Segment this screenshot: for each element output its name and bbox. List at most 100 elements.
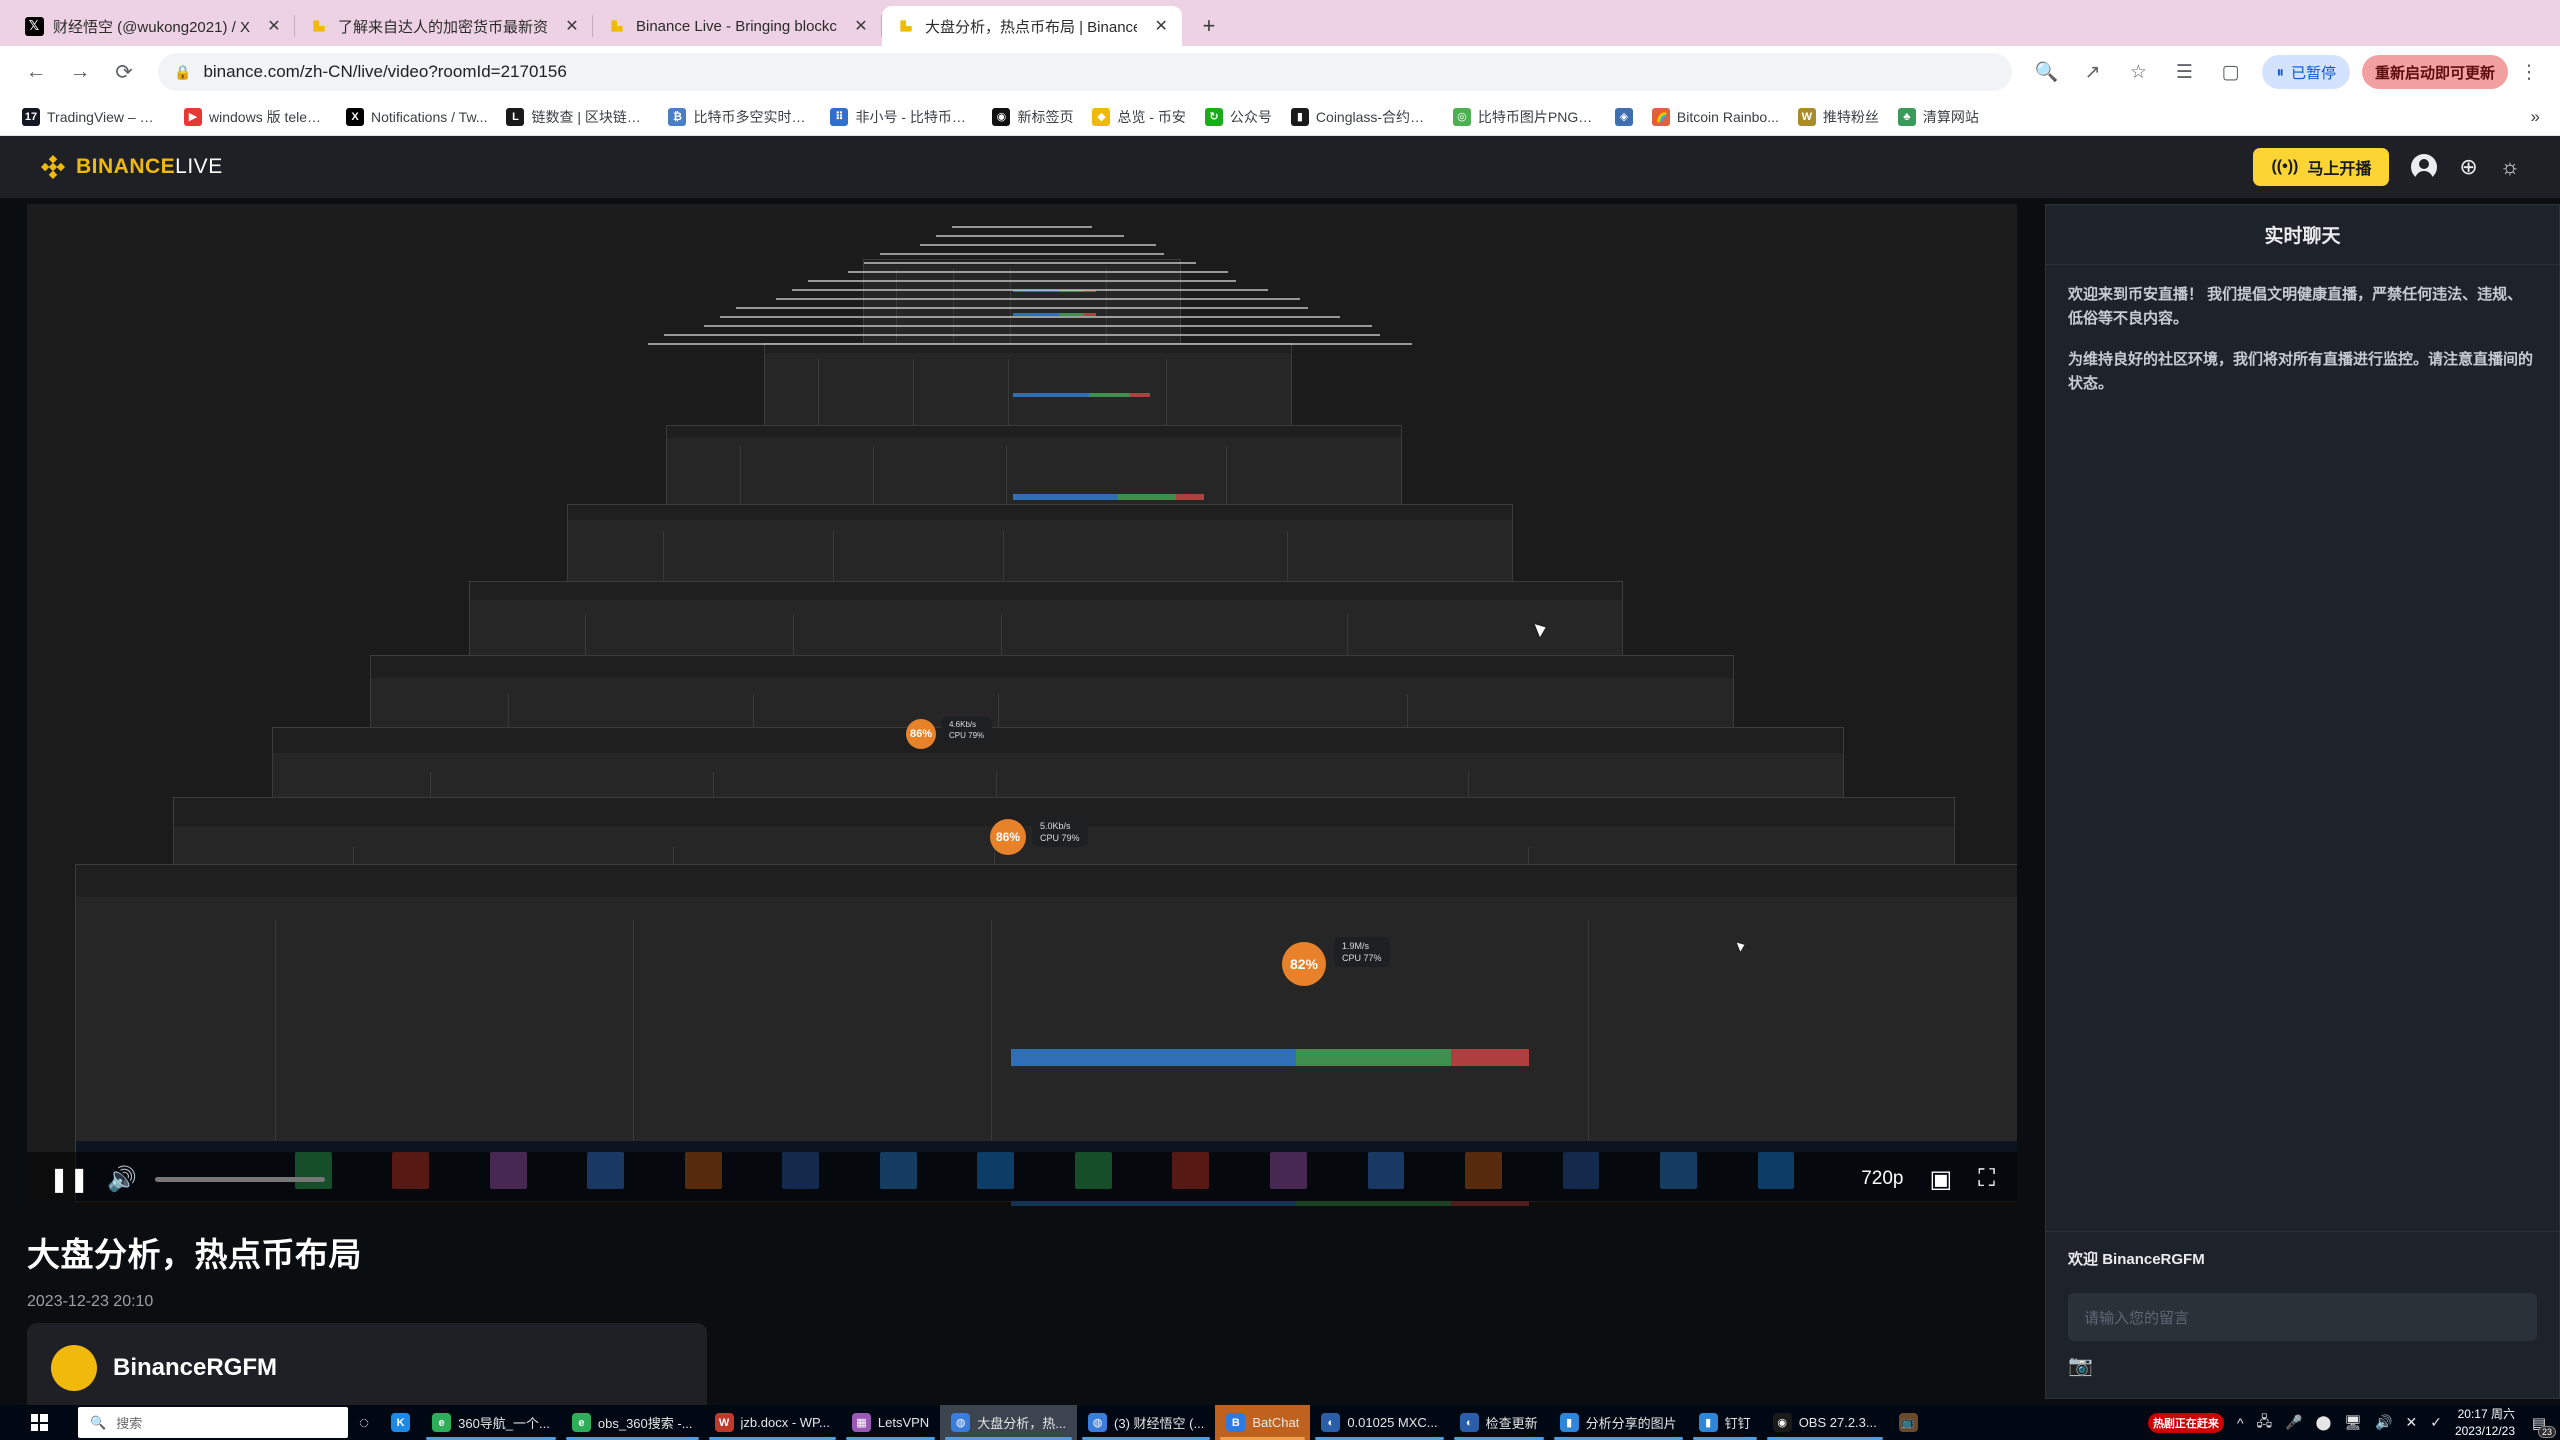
taskbar-item[interactable]: B BatChat [1215,1405,1311,1440]
header-actions: ((•)) 马上开播 ⊕ ☼ [2253,148,2520,186]
bookmark-item[interactable]: L 链数查 | 区块链数... [498,103,657,131]
bookmark-item[interactable]: ↻ 公众号 [1197,103,1280,131]
cpu-overlay-tooltip: 5.0Kb/s CPU 79% [1032,817,1088,848]
browser-tab[interactable]: 𝕏 财经悟空 (@wukong2021) / X ✕ [10,6,295,46]
bookmark-item[interactable]: ▶ windows 版 telegr... [176,103,335,131]
taskbar-item[interactable]: e 360导航_一个... [421,1405,561,1440]
apps-grid-icon[interactable]: ⊕ [2459,154,2477,180]
binance-live-logo[interactable]: BINANCELIVE [40,154,223,180]
clock-date: 2023/12/23 [2454,1423,2515,1438]
volume-icon[interactable]: 🔊 [107,1165,137,1194]
bookmarks-overflow-icon[interactable]: » [2525,107,2546,127]
tab-close-icon[interactable]: ✕ [1150,16,1172,36]
windows-start-icon[interactable] [0,1405,78,1440]
bookmark-item[interactable]: ₿ 比特币多空实时网... [660,103,819,131]
avatar [51,1345,97,1391]
taskbar-item[interactable]: ▮ 钉钉 [1688,1405,1762,1440]
taskbar-item-label: 分析分享的图片 [1585,1416,1677,1431]
streamer-card[interactable]: BinanceRGFM [27,1323,707,1405]
taskbar-item[interactable]: Wjzb.docx - WP... [704,1405,841,1440]
bookmark-item[interactable]: ◉ 新标签页 [984,103,1081,131]
capture-element [848,271,1228,273]
bookmark-star-icon[interactable]: ☆ [2118,52,2158,92]
tab-close-icon[interactable]: ✕ [263,16,285,36]
tab-close-icon[interactable]: ✕ [561,16,583,36]
reload-icon[interactable]: ⟳ [104,52,144,92]
forward-icon[interactable]: → [60,52,100,92]
taskbar-item[interactable]: ▮ 分析分享的图片 [1549,1405,1688,1440]
browser-tab-active[interactable]: 大盘分析，热点币布局 | Binance ✕ [881,6,1182,46]
tray-red-pill[interactable]: 热剧正在赶来 [2147,1412,2224,1433]
taskbar-item[interactable]: ◍ 大盘分析，热... [940,1405,1078,1440]
bookmark-item[interactable]: 🌈 Bitcoin Rainbo... [1644,104,1787,130]
page-body: 82% 1.9M/s CPU 77% 86% 5.0Kb/s CPU 79% 8… [0,198,2560,1405]
browser-tab[interactable]: 了解来自达人的加密货币最新资 ✕ [295,6,594,46]
bluetooth-icon[interactable]: ⬤ [2316,1414,2332,1431]
fullscreen-icon[interactable]: ⛶ [1978,1165,1995,1193]
taskbar-item[interactable]: ◉ OBS 27.2.3... [1762,1405,1888,1440]
search-icon[interactable]: 🔍 [2026,52,2066,92]
cpu-overlay-badge: 86% [990,819,1026,855]
camera-icon[interactable]: 📷 [2068,1353,2093,1378]
taskbar-item[interactable]: ▦ LetsVPN [841,1405,940,1440]
capture-audio-meter [1295,1049,1452,1066]
bookmark-item[interactable]: ▮ Coinglass-合约数... [1283,103,1442,131]
pause-chip-icon: ⏸ [2276,63,2284,81]
taskbar-item-icon: ▮ [1559,1413,1579,1432]
notification-icon[interactable]: ▤ 23 [2528,1412,2556,1438]
bookmark-item[interactable]: ♣ 清算网站 [1890,103,1987,131]
capture-window-titlebar [76,864,2017,897]
video-player[interactable]: 82% 1.9M/s CPU 77% 86% 5.0Kb/s CPU 79% 8… [27,204,2017,1206]
bookmark-item[interactable]: X Notifications / Tw... [338,104,495,130]
player-controls: ❚❚ 🔊 720p ▣ ⛶ [27,1152,2017,1206]
taskbar-item-icon: K [391,1413,411,1432]
chat-input[interactable]: 请输入您的留言 [2068,1293,2537,1341]
bookmark-item[interactable]: ◎ 比特币图片PNG去... [1445,103,1604,131]
cortana-icon[interactable]: ◌ [348,1405,380,1440]
tray-expand-icon[interactable]: ^ [2237,1415,2244,1431]
capture-audio-meter [1013,392,1089,398]
brightness-icon[interactable]: ☼ [2500,154,2520,180]
share-icon[interactable]: ↗ [2072,52,2112,92]
new-tab-button[interactable]: + [1192,9,1226,43]
bookmark-item[interactable]: ◆ 总览 - 币安 [1084,103,1193,131]
bookmark-item[interactable]: 17 TradingView – 追... [14,103,173,131]
quality-label[interactable]: 720p [1861,1168,1903,1190]
taskbar-item-icon: ◍ [951,1413,971,1432]
browser-menu-icon[interactable]: ⋮ [2514,61,2544,84]
check-icon[interactable]: ✓ [2430,1414,2442,1431]
display-icon[interactable]: 🖥 [2344,1414,2362,1431]
bookmark-label: 比特币多空实时网... [693,108,812,125]
pause-icon[interactable]: ❚❚ [49,1165,89,1194]
bookmark-item[interactable]: ⠿ 非小号 - 比特币行... [822,103,981,131]
taskbar-item-label: OBS 27.2.3... [1798,1415,1877,1430]
taskbar-item[interactable]: 📺 [1888,1405,1929,1440]
back-icon[interactable]: ← [16,52,56,92]
browser-tab[interactable]: Binance Live - Bringing blockc ✕ [593,6,882,46]
taskbar-clock[interactable]: 20:17 周六 2023/12/23 [2455,1406,2515,1438]
paused-status-chip[interactable]: ⏸ 已暂停 [2262,55,2350,89]
bookmark-item[interactable]: ◈ [1607,104,1641,130]
volume-slider[interactable] [155,1176,326,1182]
account-icon[interactable] [2411,154,2438,183]
update-restart-button[interactable]: 重新启动即可更新 [2361,55,2508,89]
taskbar-item[interactable]: ◍ (3) 财经悟空 (... [1077,1405,1215,1440]
side-panel-icon[interactable]: ▢ [2210,52,2250,92]
microphone-icon[interactable]: 🎤 [2285,1414,2302,1431]
go-live-button[interactable]: ((•)) 马上开播 [2253,148,2390,186]
network-share-icon[interactable]: 🖧 [2257,1411,2273,1435]
taskbar-item[interactable]: ◐ 检查更新 [1449,1405,1549,1440]
taskbar-item-icon: e [432,1413,452,1432]
taskbar-item[interactable]: ◐ 0.01025 MXC... [1310,1405,1448,1440]
tab-close-icon[interactable]: ✕ [850,16,872,36]
browser-window: 𝕏 财经悟空 (@wukong2021) / X ✕ 了解来自达人的加密货币最新… [0,0,2560,1405]
close-tray-icon[interactable]: ✕ [2405,1414,2417,1431]
bookmark-item[interactable]: W 推特粉丝 [1790,103,1887,131]
picture-in-picture-icon[interactable]: ▣ [1930,1165,1953,1194]
taskbar-item[interactable]: e obs_360搜索 -... [561,1405,704,1440]
taskbar-search-input[interactable]: 🔍 搜索 [78,1407,348,1438]
address-bar[interactable]: 🔒 binance.com/zh-CN/live/video?roomId=21… [158,53,2013,91]
taskbar-item[interactable]: K [380,1405,421,1440]
speaker-icon[interactable]: 🔊 [2375,1414,2392,1431]
reading-list-icon[interactable]: ☰ [2164,52,2204,92]
